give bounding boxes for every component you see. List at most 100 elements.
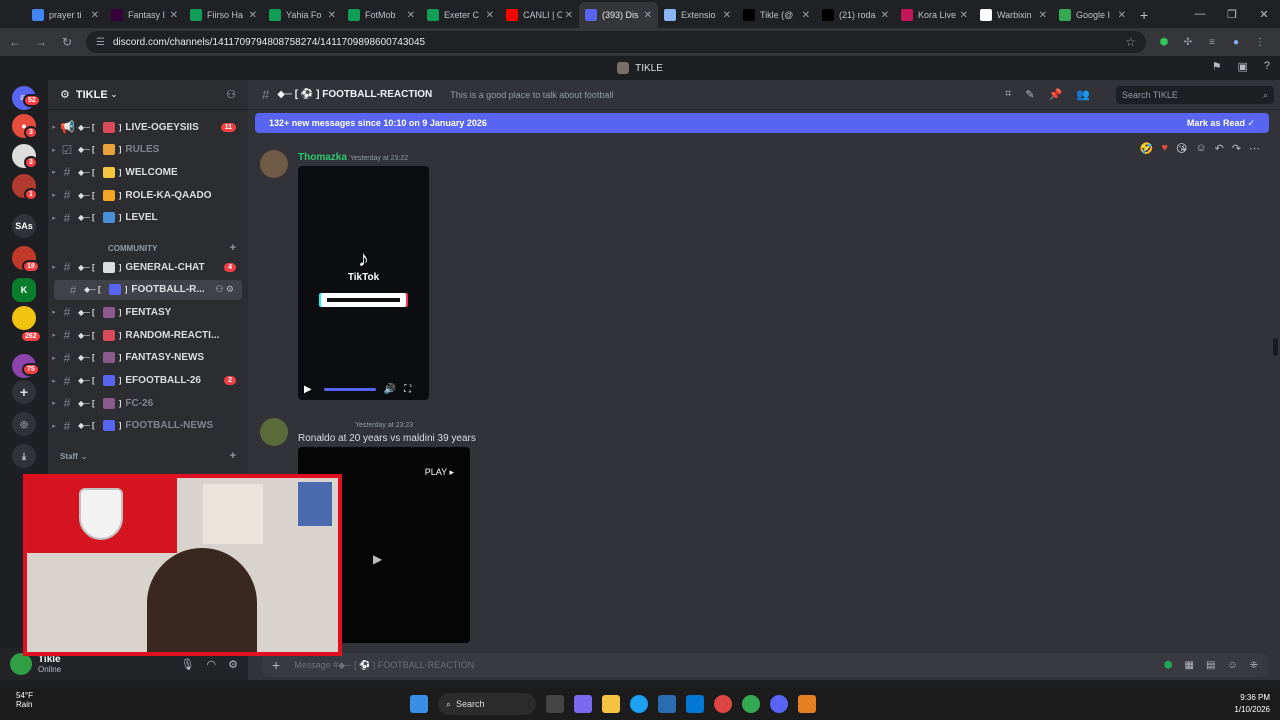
add-reaction-icon[interactable]: ☺ bbox=[1195, 142, 1206, 155]
app-icon[interactable] bbox=[714, 695, 732, 713]
sticker-icon[interactable]: ▤ bbox=[1206, 660, 1215, 671]
channel-item[interactable]: ▸ # ◆─ [] ROLE-KA-QAADO bbox=[48, 185, 248, 205]
add-server-icon[interactable]: + bbox=[12, 380, 36, 404]
message-avatar[interactable] bbox=[260, 418, 288, 446]
react-kiss-icon[interactable]: 😘 bbox=[1176, 142, 1187, 155]
new-messages-bar[interactable]: 132+ new messages since 10:10 on 9 Janua… bbox=[255, 113, 1269, 133]
shield-extension-icon[interactable]: ⬢ bbox=[1156, 34, 1172, 50]
explore-icon[interactable]: ◎ bbox=[12, 412, 36, 436]
tab-close-icon[interactable]: ✕ bbox=[1039, 10, 1047, 21]
pin-icon[interactable]: 📌 bbox=[1049, 88, 1063, 101]
reply-icon[interactable]: ↶ bbox=[1215, 142, 1224, 155]
play-icon[interactable]: ▶ bbox=[304, 384, 312, 395]
react-laugh-icon[interactable]: 🤣 bbox=[1140, 142, 1154, 155]
message-author[interactable]: Thomazka bbox=[298, 152, 347, 163]
user-settings-icon[interactable]: ⚙ bbox=[228, 658, 238, 671]
gif-icon[interactable]: ▦ bbox=[1184, 660, 1193, 671]
browser-tab[interactable]: Fantasy I ✕ bbox=[105, 2, 184, 28]
url-omnibox[interactable]: ☰ discord.com/channels/14117097948087582… bbox=[86, 31, 1146, 53]
browser-tab[interactable]: Yahia Fo ✕ bbox=[263, 2, 342, 28]
channel-item[interactable]: ▸ # ◆─ [] RANDOM-REACTI... bbox=[48, 325, 248, 345]
new-tab-icon[interactable]: + bbox=[1132, 2, 1156, 28]
tab-close-icon[interactable]: ✕ bbox=[91, 10, 99, 21]
volume-slider[interactable] bbox=[323, 387, 376, 391]
emoji-icon[interactable]: ☺ bbox=[1227, 660, 1237, 671]
channel-settings-icon[interactable]: ⚇ ⚙ bbox=[215, 284, 234, 295]
browser-tab[interactable]: (21) roda ✕ bbox=[816, 2, 895, 28]
member-list-icon[interactable]: 👥 bbox=[1076, 88, 1090, 101]
menu-kebab-icon[interactable]: ⋮ bbox=[1252, 34, 1268, 50]
gift-icon[interactable]: ⬢ bbox=[1164, 660, 1173, 671]
apps-icon[interactable]: ⁜ bbox=[1250, 660, 1258, 671]
tab-close-icon[interactable]: ✕ bbox=[328, 10, 336, 21]
browser-tab[interactable]: prayer ti ✕ bbox=[26, 2, 105, 28]
channel-item[interactable]: ▸ # ◆─ [] FC-26 bbox=[48, 393, 248, 413]
weather-widget[interactable]: 54°F Rain bbox=[16, 691, 33, 709]
tiktok-video-embed[interactable]: ♪ TikTok ▶ 🔊 ⛶ bbox=[298, 166, 429, 400]
profile-avatar-icon[interactable]: ● bbox=[1228, 34, 1244, 50]
discord-app-icon[interactable] bbox=[770, 695, 788, 713]
task-view-icon[interactable] bbox=[546, 695, 564, 713]
play-icon[interactable]: ▶ bbox=[373, 552, 382, 566]
tab-close-icon[interactable]: ✕ bbox=[170, 10, 178, 21]
browser-tab[interactable]: Kora Live ✕ bbox=[895, 2, 974, 28]
server-icon-sas[interactable]: SAs bbox=[12, 214, 36, 238]
server-icon-tikle[interactable]: K bbox=[12, 278, 36, 302]
channel-item[interactable]: ▸ 📢 ◆─ [] LIVE-OGEYSIIS 11 bbox=[48, 117, 248, 137]
browser-tab[interactable]: CANLI | C ✕ bbox=[500, 2, 579, 28]
channel-item[interactable]: ▸ # ◆─ [] LEVEL bbox=[48, 208, 248, 228]
chat-scrollbar[interactable] bbox=[1273, 338, 1278, 356]
channel-item[interactable]: ▸ # ◆─ [] WELCOME bbox=[48, 162, 248, 182]
bookmark-star-icon[interactable]: ☆ bbox=[1125, 35, 1136, 49]
react-heart-icon[interactable]: ♥ bbox=[1161, 142, 1168, 155]
channel-item[interactable]: ▸ # ◆─ [] FENTASY bbox=[48, 302, 248, 322]
tab-close-icon[interactable]: ✕ bbox=[565, 10, 573, 21]
extensions-puzzle-icon[interactable]: ✣ bbox=[1180, 34, 1196, 50]
browser-tab[interactable]: (393) Dis ✕ bbox=[579, 2, 658, 28]
server-icon-5[interactable] bbox=[12, 306, 36, 330]
threads-icon[interactable]: ⌗ bbox=[1005, 88, 1011, 101]
message-composer[interactable]: + Message #◆─ [ ⚽ ] FOOTBALL-REACTION ⬢ … bbox=[262, 653, 1268, 677]
store-icon[interactable] bbox=[658, 695, 676, 713]
tab-close-icon[interactable]: ✕ bbox=[960, 10, 968, 21]
flag-icon[interactable]: ⚑ bbox=[1212, 60, 1222, 73]
browser-tab[interactable]: Extensio ✕ bbox=[658, 2, 737, 28]
microphone-icon[interactable]: 🎙 bbox=[181, 658, 195, 671]
invite-people-icon[interactable]: ⚇ bbox=[226, 88, 236, 101]
edge-icon[interactable] bbox=[630, 695, 648, 713]
browser-tab[interactable]: FotMob ✕ bbox=[342, 2, 421, 28]
volume-icon[interactable]: 🔊 bbox=[384, 384, 396, 395]
channel-item[interactable]: ▸ # ◆─ [] EFOOTBALL-26 2 bbox=[48, 371, 248, 391]
reload-icon[interactable]: ↻ bbox=[56, 35, 78, 49]
media-control-icon[interactable]: ≡ bbox=[1204, 34, 1220, 50]
add-staff-channel-icon[interactable]: + bbox=[230, 450, 236, 462]
paint-icon[interactable] bbox=[798, 695, 816, 713]
fullscreen-icon[interactable]: ⛶ bbox=[404, 384, 411, 395]
more-options-icon[interactable]: ⋯ bbox=[1249, 142, 1260, 155]
mark-as-read-button[interactable]: Mark as Read ✓ bbox=[1187, 118, 1255, 129]
search-input[interactable]: Search TIKLE ⌕ bbox=[1116, 86, 1274, 104]
server-header[interactable]: ⚙ TIKLE ⌄ ⚇ bbox=[48, 80, 248, 110]
help-icon[interactable]: ? bbox=[1264, 60, 1270, 73]
attach-plus-icon[interactable]: + bbox=[272, 657, 280, 673]
tab-close-icon[interactable]: ✕ bbox=[1118, 10, 1126, 21]
tab-close-icon[interactable]: ✕ bbox=[881, 10, 889, 21]
play-label[interactable]: PLAY ▸ bbox=[425, 467, 454, 478]
copilot-icon[interactable] bbox=[574, 695, 592, 713]
tab-close-icon[interactable]: ✕ bbox=[249, 10, 257, 21]
windows-start-icon[interactable] bbox=[410, 695, 428, 713]
tab-close-icon[interactable]: ✕ bbox=[802, 10, 810, 21]
download-icon[interactable]: ⤓ bbox=[12, 444, 36, 468]
browser-tab[interactable]: Exeter C ✕ bbox=[421, 2, 500, 28]
category-community[interactable]: COMMUNITY + bbox=[48, 240, 248, 256]
back-icon[interactable]: ← bbox=[4, 35, 26, 49]
chrome-icon[interactable] bbox=[742, 695, 760, 713]
browser-tab[interactable]: Warbixin ✕ bbox=[974, 2, 1053, 28]
close-window-icon[interactable]: ✕ bbox=[1248, 8, 1280, 21]
minimize-icon[interactable]: — bbox=[1184, 8, 1216, 20]
tab-close-icon[interactable]: ✕ bbox=[644, 10, 652, 21]
forward-icon[interactable]: → bbox=[30, 35, 52, 49]
headphones-icon[interactable]: ◠ bbox=[207, 658, 217, 671]
channel-item[interactable]: ▸ ☑ ◆─ [] RULES bbox=[48, 140, 248, 160]
taskbar-clock[interactable]: 9:36 PM 1/10/2026 bbox=[1234, 692, 1270, 716]
